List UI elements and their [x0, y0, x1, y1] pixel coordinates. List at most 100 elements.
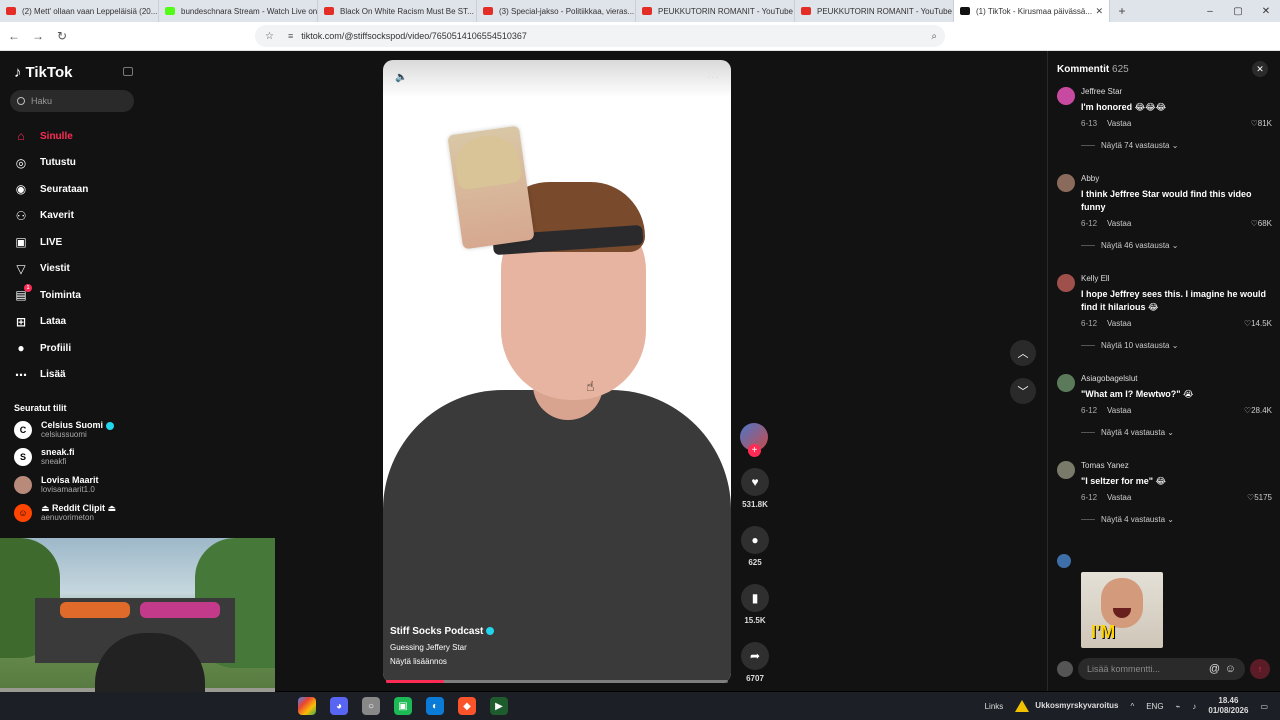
comment-action[interactable]: ● 625 — [740, 526, 770, 567]
save-action[interactable]: ▮ 15.5K — [740, 584, 770, 625]
weather-warning[interactable]: Ukkosmyrskyvaroitus — [1015, 700, 1118, 712]
zoom-icon[interactable]: ⌕ — [931, 31, 937, 42]
photos-app-icon[interactable] — [298, 697, 316, 715]
view-replies-button[interactable]: Näytä 4 vastausta ⌄ — [1081, 428, 1272, 437]
like-action[interactable]: ♥ 531.8K — [740, 468, 770, 509]
sidebar-item-profiili[interactable]: ● Profiili — [0, 335, 145, 362]
sidebar-item-tutustu[interactable]: ◎ Tutustu — [0, 150, 145, 177]
search-input[interactable]: Haku — [10, 90, 134, 112]
reply-button[interactable]: Vastaa — [1107, 319, 1131, 328]
mention-icon[interactable]: @ — [1209, 663, 1220, 675]
network-icon[interactable]: ⌁ — [1176, 702, 1181, 711]
close-tab-icon[interactable]: ✕ — [1095, 6, 1103, 17]
browser-tab[interactable]: (3) Special-jakso - Politiikkaa, vieras.… — [477, 0, 636, 22]
share-icon[interactable]: ➦ — [741, 642, 769, 670]
avatar[interactable] — [1057, 461, 1075, 479]
comment-username[interactable]: Jeffree Star — [1081, 87, 1272, 96]
game-app-icon[interactable]: ▣ — [394, 697, 412, 715]
bookmark-save-icon[interactable]: ▮ — [741, 584, 769, 612]
language-indicator[interactable]: ENG — [1146, 702, 1163, 711]
avatar[interactable] — [1057, 174, 1075, 192]
creator-avatar[interactable]: + — [740, 423, 768, 457]
view-replies-button[interactable]: Näytä 10 vastausta ⌄ — [1081, 341, 1272, 350]
previous-video-button[interactable]: ︿ — [1010, 340, 1036, 366]
comment-username[interactable]: Abby — [1081, 174, 1272, 183]
avatar[interactable] — [1057, 374, 1075, 392]
browser-tab[interactable]: PEUKKUTORIN ROMANIT - YouTube — [636, 0, 795, 22]
tray-chevron-icon[interactable]: ^ — [1130, 702, 1134, 711]
sidebar-item-sinulle[interactable]: ⌂ Sinulle — [0, 123, 145, 150]
video-progress-bar[interactable] — [386, 680, 728, 683]
share-action[interactable]: ➦ 6707 — [740, 642, 770, 683]
url-bar[interactable]: ☆ ≡ tiktok.com/@stiffsockspod/video/7650… — [255, 25, 945, 47]
minimize-icon[interactable]: – — [1196, 6, 1224, 17]
sidebar-item-kaverit[interactable]: ⚇ Kaverit — [0, 203, 145, 230]
view-replies-button[interactable]: Näytä 4 vastausta ⌄ — [1081, 515, 1272, 524]
reply-button[interactable]: Vastaa — [1107, 119, 1131, 128]
comment-username[interactable]: Tomas Yanez — [1081, 461, 1272, 470]
comment-like-button[interactable]: ♡81K — [1251, 119, 1272, 128]
follow-plus-icon[interactable]: + — [748, 444, 761, 457]
close-comments-button[interactable]: ✕ — [1252, 61, 1268, 77]
edge-app-icon[interactable]: ◐ — [426, 697, 444, 715]
reply-button[interactable]: Vastaa — [1107, 219, 1131, 228]
collapse-sidebar-icon[interactable] — [123, 67, 133, 76]
reply-button[interactable]: Vastaa — [1107, 406, 1131, 415]
browser-tab[interactable]: PEUKKUTORIN ROMANIT - YouTube — [795, 0, 954, 22]
view-replies-button[interactable]: Näytä 74 vastausta ⌄ — [1081, 141, 1272, 150]
brave-app-icon[interactable]: ◆ — [458, 697, 476, 715]
comment-like-button[interactable]: ♡14.5K — [1244, 319, 1272, 328]
sidebar-item-lisää[interactable]: ⋯ Lisää — [0, 362, 145, 389]
back-icon[interactable]: ← — [4, 29, 24, 43]
gif-comment[interactable]: I'M — [1081, 572, 1163, 648]
next-video-button[interactable]: ﹀ — [1010, 378, 1036, 404]
browser-tab[interactable]: (2) Mett' ollaan vaan Leppeläisiä (20... — [0, 0, 159, 22]
following-account[interactable]: Ssneak.fi sneakfi — [14, 446, 139, 468]
browser-tab[interactable]: (1) TikTok - Kirusmaa päivässä... ✕ — [954, 0, 1110, 22]
video-author[interactable]: Stiff Socks Podcast — [390, 626, 495, 637]
new-tab-button[interactable]: + — [1110, 4, 1134, 18]
reload-icon[interactable]: ↻ — [52, 29, 72, 43]
volume-icon[interactable]: 🔈 — [395, 72, 407, 83]
tiktok-logo[interactable]: ♪ TikTok — [14, 64, 72, 81]
gif-commenter-avatar[interactable] — [1057, 554, 1071, 568]
browser-tab[interactable]: Black On White Racism Must Be ST... — [318, 0, 477, 22]
clock[interactable]: 18.46 01/08/2026 — [1208, 696, 1248, 716]
notifications-icon[interactable]: ▭ — [1260, 702, 1268, 711]
sidebar-item-live[interactable]: ▣ LIVE — [0, 229, 145, 256]
comment-like-button[interactable]: ♡68K — [1251, 219, 1272, 228]
video-player[interactable]: 🔈 ⋯ ☝ — [383, 60, 731, 683]
browser-tab[interactable]: bundeschnara Stream - Watch Live on ... — [159, 0, 318, 22]
maximize-icon[interactable]: ▢ — [1224, 6, 1252, 17]
kick-app-icon[interactable]: ▶ — [490, 697, 508, 715]
close-window-icon[interactable]: ✕ — [1252, 6, 1280, 17]
avatar[interactable] — [1057, 87, 1075, 105]
comment-like-button[interactable]: ♡5175 — [1247, 493, 1272, 502]
sidebar-item-lataa[interactable]: ⊞ Lataa — [0, 309, 145, 336]
volume-tray-icon[interactable]: ♪ — [1192, 702, 1196, 711]
view-replies-button[interactable]: Näytä 46 vastausta ⌄ — [1081, 241, 1272, 250]
following-account[interactable]: ☺ ⏏ Reddit Clipit ⏏ aenuvorimeton — [14, 502, 139, 524]
emoji-icon[interactable]: ☺ — [1225, 663, 1236, 675]
avatar[interactable] — [1057, 274, 1075, 292]
forward-icon[interactable]: → — [28, 29, 48, 43]
comment-username[interactable]: Asiagobagelslut — [1081, 374, 1272, 383]
discord-app-icon[interactable]: ◕ — [330, 697, 348, 715]
sidebar-item-toiminta[interactable]: ▤ 1 Toiminta — [0, 282, 145, 309]
app-icon[interactable]: ○ — [362, 697, 380, 715]
comment-username[interactable]: Kelly Ell — [1081, 274, 1272, 283]
comment-icon[interactable]: ● — [741, 526, 769, 554]
comment-like-button[interactable]: ♡28.4K — [1244, 406, 1272, 415]
links-toolbar[interactable]: Links — [985, 702, 1004, 711]
following-account[interactable]: Lovisa Maarit lovisamaarit1.0 — [14, 474, 139, 496]
following-account[interactable]: C Celsius Suomi celsiussuomi — [14, 419, 139, 441]
sidebar-item-viestit[interactable]: ▽ Viestit — [0, 256, 145, 283]
reply-button[interactable]: Vastaa — [1107, 493, 1131, 502]
see-more-link[interactable]: Näytä lisäännos — [390, 657, 494, 666]
heart-icon[interactable]: ♥ — [741, 468, 769, 496]
bookmark-icon[interactable]: ☆ — [265, 31, 274, 42]
sidebar-item-seurataan[interactable]: ◉ Seurataan — [0, 176, 145, 203]
comment-input[interactable]: Lisää kommentti... @ ☺ — [1078, 658, 1245, 680]
more-options-icon[interactable]: ⋯ — [707, 70, 719, 84]
site-info-icon[interactable]: ≡ — [288, 31, 293, 41]
